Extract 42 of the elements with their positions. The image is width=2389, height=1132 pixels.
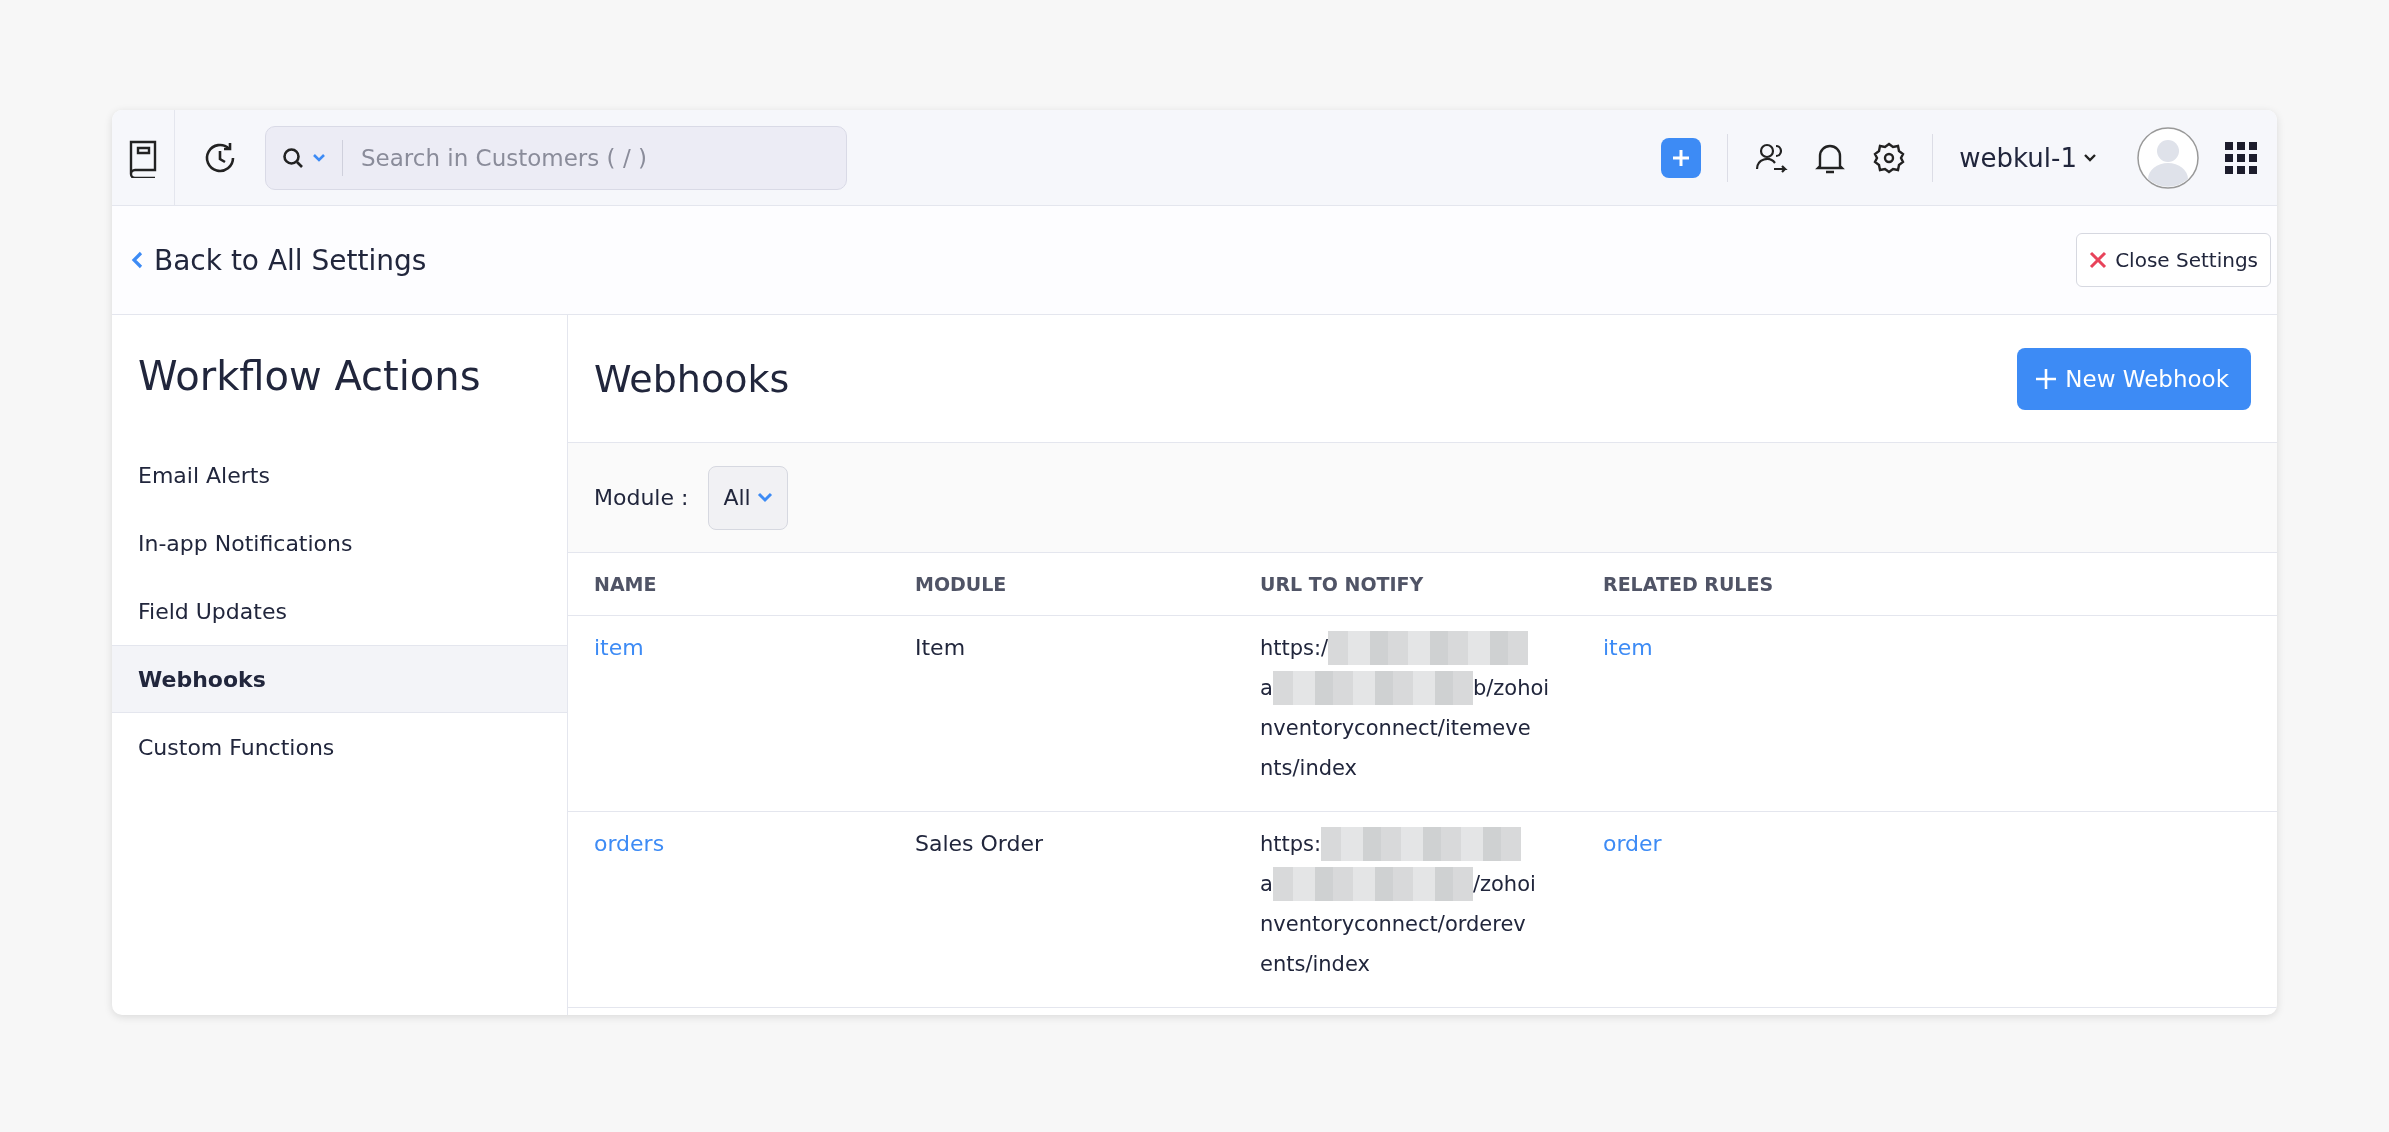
column-header: URL TO NOTIFY: [1260, 573, 1425, 595]
url-text: https:/: [1260, 635, 1329, 662]
avatar-icon[interactable]: [2137, 126, 2199, 189]
caret-icon: [2083, 152, 2097, 163]
back-link[interactable]: Back to All Settings: [130, 243, 427, 277]
page-title: Webhooks: [594, 356, 790, 401]
close-icon: [2089, 251, 2108, 269]
url-text: nts/index: [1260, 755, 1357, 782]
close-settings-button[interactable]: Close Settings: [2076, 233, 2271, 287]
chevron-left-icon: [130, 250, 144, 270]
sidebar-item[interactable]: Email Alerts: [112, 441, 567, 509]
url-text: https:: [1260, 831, 1322, 858]
url-text: b/zohoi: [1472, 675, 1550, 702]
column-header: RELATED RULES: [1603, 573, 1775, 595]
url-text: nventoryconnect/orderev: [1260, 911, 1526, 938]
url-text: /zohoi: [1472, 871, 1536, 898]
organization-menu[interactable]: webkul-1: [1959, 142, 2097, 173]
sidebar-item[interactable]: Custom Functions: [112, 713, 567, 781]
module-cell: Sales Order: [915, 831, 1044, 856]
column-header: MODULE: [915, 573, 1008, 595]
apps-grid-icon[interactable]: [2225, 141, 2257, 174]
caret-icon: [756, 491, 773, 504]
url-text: a: [1260, 675, 1273, 702]
plus-icon: [1671, 147, 1692, 168]
sidebar-item[interactable]: Webhooks: [112, 645, 567, 713]
column-header: NAME: [594, 573, 658, 595]
caret-icon[interactable]: [312, 152, 326, 163]
module-label: Module :: [594, 485, 689, 510]
sidebar-item[interactable]: In-app Notifications: [112, 509, 567, 577]
url-text: a: [1260, 871, 1273, 898]
search-icon[interactable]: [282, 146, 304, 169]
url-text: nventoryconnect/itemeve: [1260, 715, 1531, 742]
sidebar-item[interactable]: Field Updates: [112, 577, 567, 645]
url-text: ents/index: [1260, 951, 1370, 978]
add-button[interactable]: [1661, 137, 1702, 178]
search-bar[interactable]: Search in Customers ( / ): [265, 125, 847, 190]
plus-icon: [2035, 367, 2058, 390]
module-dropdown[interactable]: All: [708, 465, 788, 530]
settings-icon[interactable]: [1872, 140, 1907, 175]
sidebar-title: Workflow Actions: [137, 352, 482, 401]
module-cell: Item: [915, 635, 966, 660]
search-input[interactable]: Search in Customers ( / ): [359, 143, 830, 172]
